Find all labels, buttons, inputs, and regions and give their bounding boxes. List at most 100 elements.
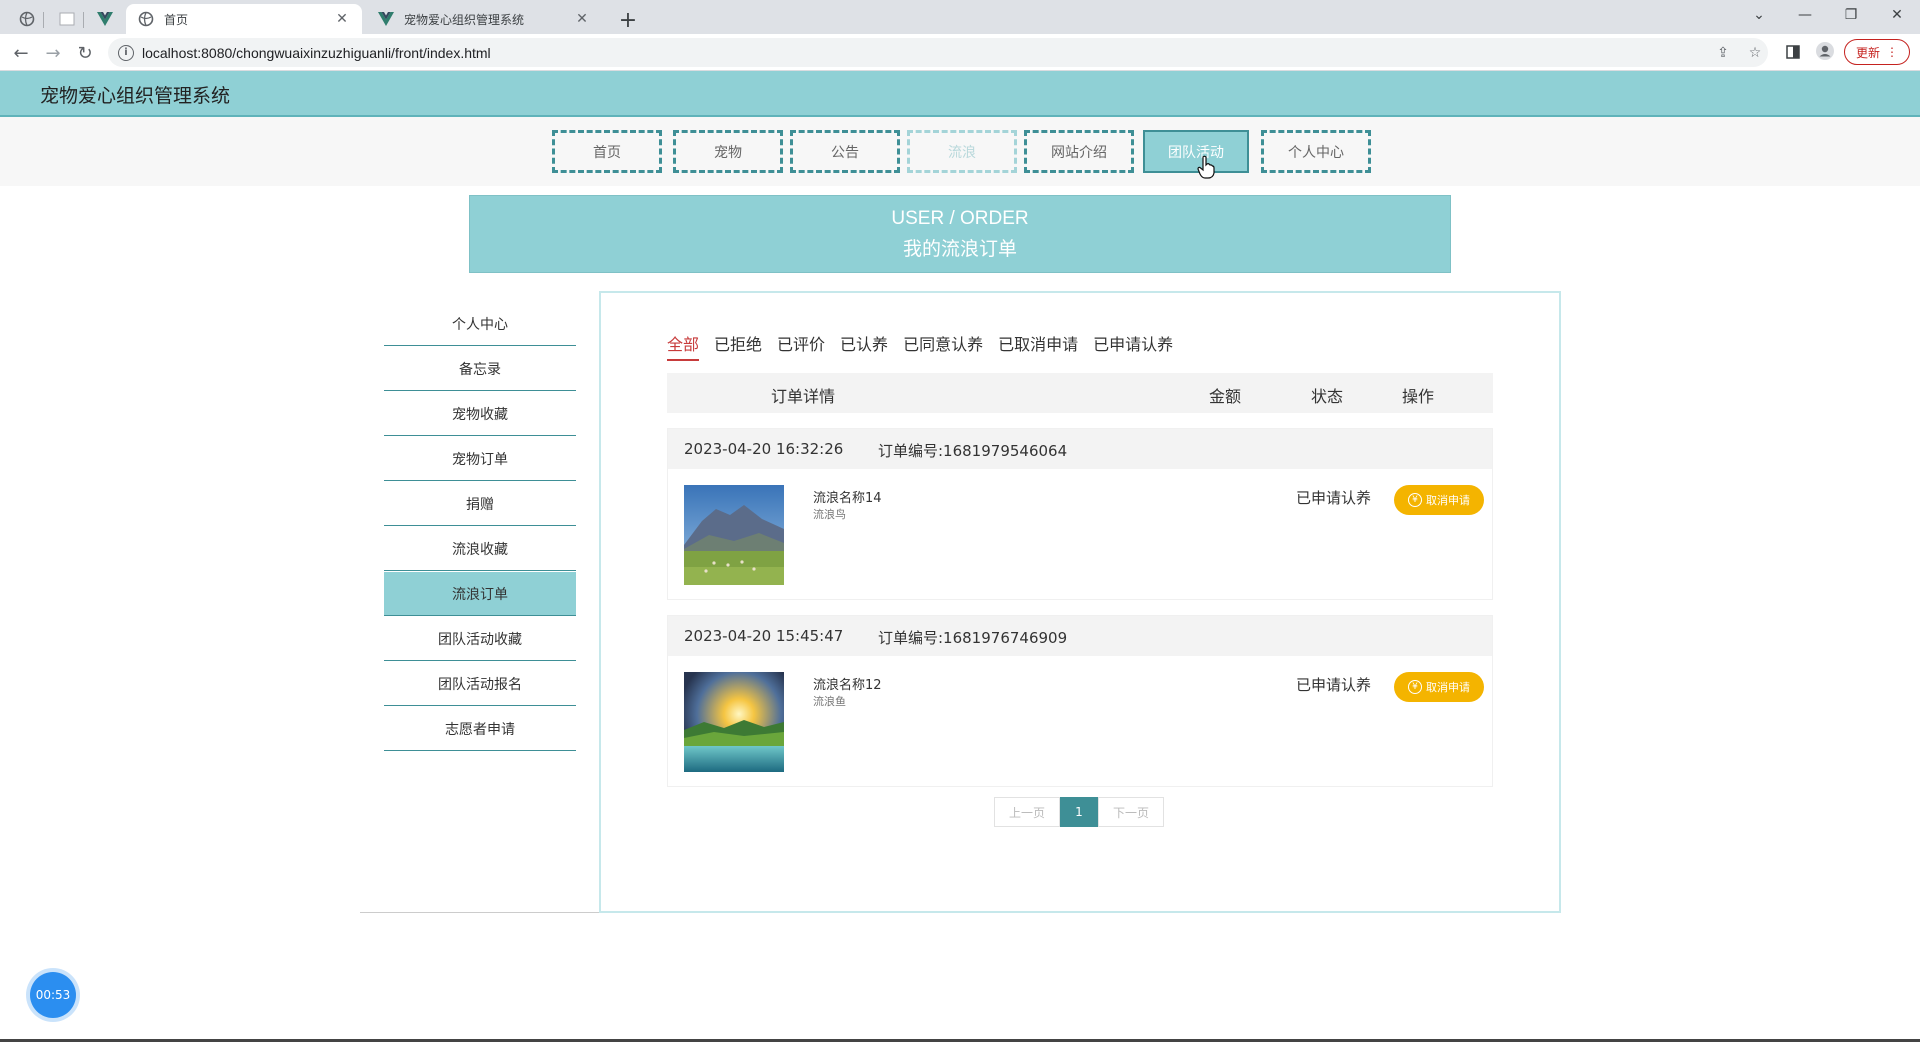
nav-about[interactable]: 网站介绍 [1024, 130, 1134, 173]
tab-search-button[interactable]: ⌄ [1736, 0, 1782, 30]
nav-pets[interactable]: 宠物 [673, 130, 783, 173]
order-status: 已申请认养 [1296, 489, 1372, 507]
nav-user-center[interactable]: 个人中心 [1261, 130, 1371, 173]
filter-all[interactable]: 全部 [667, 331, 700, 361]
filter-reviewed[interactable]: 已评价 [777, 331, 825, 361]
stray-name: 流浪名称14 [813, 491, 882, 506]
pinned-tab-1[interactable] [10, 4, 44, 34]
cancel-label: 取消申请 [1426, 494, 1470, 507]
sidebar-item-memo[interactable]: 备忘录 [384, 347, 576, 391]
yen-icon: ¥ [1408, 493, 1422, 507]
stray-type: 流浪鸟 [813, 508, 846, 521]
order-filter-tabs: 全部 已拒绝 已评价 已认养 已同意认养 已取消申请 已申请认养 [667, 331, 1173, 361]
share-icon[interactable]: ⇪ [1713, 44, 1733, 62]
column-action: 操作 [1402, 387, 1435, 406]
order-header: 2023-04-20 15:45:47 订单编号:1681976746909 [668, 616, 1492, 656]
column-status: 状态 [1311, 387, 1344, 406]
sidebar-item-donation[interactable]: 捐赠 [384, 482, 576, 526]
column-amount: 金额 [1209, 387, 1242, 406]
filter-cancelled[interactable]: 已取消申请 [998, 331, 1078, 361]
tab-title: 宠物爱心组织管理系统 [404, 12, 525, 27]
back-button[interactable]: ← [8, 40, 34, 66]
order-date: 2023-04-20 15:45:47 [684, 627, 844, 645]
side-panel-icon[interactable] [1783, 43, 1803, 61]
banner-subtitle: USER / ORDER [891, 207, 1029, 229]
nav-team-activity[interactable]: 团队活动 [1143, 130, 1249, 173]
star-icon[interactable]: ☆ [1745, 44, 1765, 62]
sidebar-item-pet-favorites[interactable]: 宠物收藏 [384, 392, 576, 436]
column-detail: 订单详情 [771, 387, 836, 406]
url-text: localhost:8080/chongwuaixinzuzhiguanli/f… [142, 44, 491, 61]
restore-button[interactable]: ❐ [1828, 0, 1874, 30]
sidebar-item-stray-favorites[interactable]: 流浪收藏 [384, 527, 576, 571]
page-1-button[interactable]: 1 [1060, 797, 1098, 827]
cancel-application-button[interactable]: ¥ 取消申请 [1394, 672, 1484, 702]
sidebar-item-activity-signup[interactable]: 团队活动报名 [384, 662, 576, 706]
page-icon [59, 12, 75, 26]
nav-home[interactable]: 首页 [552, 130, 662, 173]
address-bar: ← → ↻ i localhost:8080/chongwuaixinzuzhi… [0, 34, 1920, 71]
pinned-tab-2[interactable] [50, 4, 84, 34]
next-page-button[interactable]: 下一页 [1098, 797, 1164, 827]
order-header: 2023-04-20 16:32:26 订单编号:1681979546064 [668, 429, 1492, 469]
nav-notice[interactable]: 公告 [790, 130, 900, 173]
order-row: 2023-04-20 16:32:26 订单编号:1681979546064 流… [667, 428, 1493, 600]
arrow-left-icon: ← [13, 42, 29, 64]
sidebar-item-activity-favorites[interactable]: 团队活动收藏 [384, 617, 576, 661]
pet-thumbnail[interactable] [684, 485, 784, 585]
cancel-label: 取消申请 [1426, 681, 1470, 694]
site-header: 宠物爱心组织管理系统 [0, 71, 1920, 117]
close-icon[interactable]: ✕ [574, 11, 590, 27]
person-icon [1816, 42, 1834, 60]
browser-tab-bar: 首页 ✕ 宠物爱心组织管理系统 ✕ + ⌄ — ❐ ✕ [0, 0, 1920, 34]
sidebar-item-user-center[interactable]: 个人中心 [384, 302, 576, 346]
main-nav: 首页 宠物 公告 流浪 网站介绍 团队活动 个人中心 [0, 117, 1920, 186]
profile-avatar[interactable] [1815, 42, 1835, 60]
prev-page-button[interactable]: 上一页 [994, 797, 1060, 827]
site-title: 宠物爱心组织管理系统 [40, 85, 231, 107]
url-input[interactable]: i localhost:8080/chongwuaixinzuzhiguanli… [108, 38, 1768, 67]
sunset-lake-image [684, 672, 784, 772]
minimize-icon: — [1798, 7, 1812, 23]
sidebar-item-volunteer-apply[interactable]: 志愿者申请 [384, 707, 576, 751]
filter-rejected[interactable]: 已拒绝 [714, 331, 762, 361]
stray-type: 流浪鱼 [813, 695, 846, 708]
globe-icon [19, 11, 35, 27]
info-icon[interactable]: i [118, 44, 134, 61]
sidebar-item-stray-orders[interactable]: 流浪订单 [384, 572, 576, 616]
cancel-application-button[interactable]: ¥ 取消申请 [1394, 485, 1484, 515]
tab-home[interactable]: 首页 ✕ [126, 4, 362, 34]
mountain-meadow-image [684, 485, 784, 585]
order-row: 2023-04-20 15:45:47 订单编号:1681976746909 流… [667, 615, 1493, 787]
page-title: 我的流浪订单 [902, 237, 1017, 260]
filter-approved[interactable]: 已同意认养 [903, 331, 983, 361]
sidebar-item-pet-orders[interactable]: 宠物订单 [384, 437, 576, 481]
order-date: 2023-04-20 16:32:26 [684, 440, 844, 458]
recording-timer[interactable]: 00:53 [30, 972, 76, 1018]
more-vert-icon: ⋮ [1886, 45, 1898, 59]
reload-button[interactable]: ↻ [72, 40, 98, 66]
filter-applied[interactable]: 已申请认养 [1093, 331, 1173, 361]
tab-system[interactable]: 宠物爱心组织管理系统 ✕ [366, 4, 602, 34]
close-icon: ✕ [1891, 7, 1903, 23]
filter-adopted[interactable]: 已认养 [840, 331, 888, 361]
pinned-tab-3[interactable] [88, 4, 122, 34]
pagination: 上一页 1 下一页 [994, 797, 1164, 827]
pet-thumbnail[interactable] [684, 672, 784, 772]
nav-stray[interactable]: 流浪 [907, 130, 1017, 173]
close-window-button[interactable]: ✕ [1874, 0, 1920, 30]
minimize-button[interactable]: — [1782, 0, 1828, 30]
plus-icon: + [618, 7, 638, 33]
new-tab-button[interactable]: + [614, 6, 642, 34]
stray-name: 流浪名称12 [813, 678, 882, 693]
order-number: 订单编号:1681976746909 [878, 629, 1068, 647]
forward-button[interactable]: → [40, 40, 66, 66]
close-icon[interactable]: ✕ [334, 11, 350, 27]
chevron-down-icon: ⌄ [1753, 7, 1765, 23]
user-sidebar: 个人中心 备忘录 宠物收藏 宠物订单 捐赠 流浪收藏 流浪订单 团队活动收藏 团… [360, 291, 600, 913]
order-status: 已申请认养 [1296, 676, 1372, 694]
tab-title: 首页 [164, 12, 189, 27]
update-button[interactable]: 更新 ⋮ [1844, 39, 1910, 65]
update-label: 更新 [1855, 45, 1880, 60]
order-number: 订单编号:1681979546064 [878, 442, 1068, 460]
